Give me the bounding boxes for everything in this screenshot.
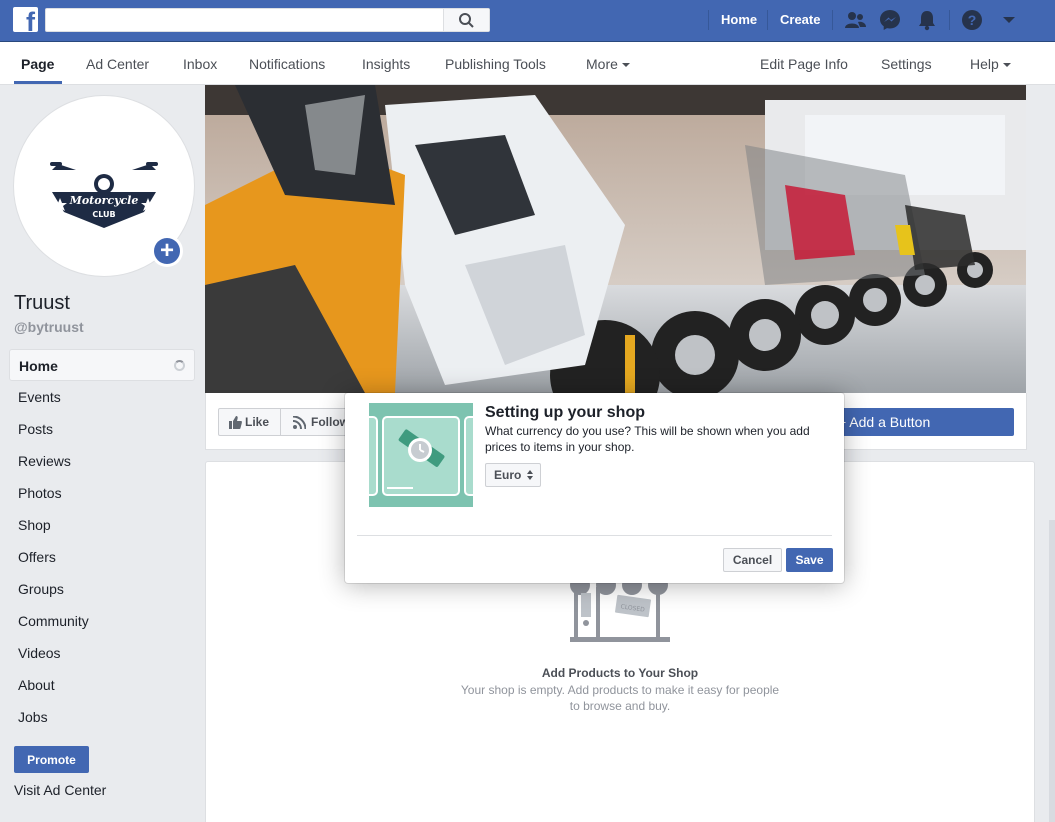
logo-text-top: Motorcycle bbox=[69, 194, 139, 207]
search-input[interactable] bbox=[46, 9, 446, 31]
page-tabs-bar: Page Ad Center Inbox Notifications Insig… bbox=[0, 42, 1055, 85]
like-button-label: Like bbox=[245, 415, 270, 429]
dialog-divider bbox=[357, 535, 832, 536]
page-scrollbar[interactable] bbox=[1049, 520, 1055, 822]
tab-page[interactable]: Page bbox=[21, 56, 54, 72]
page-username[interactable]: @bytruust bbox=[14, 319, 84, 335]
sidebar-item-label: Reviews bbox=[18, 453, 71, 469]
sidebar-item-label: Events bbox=[18, 389, 61, 405]
save-button[interactable]: Save bbox=[786, 548, 833, 572]
logo-text-bottom: CLUB bbox=[92, 210, 115, 219]
sidebar-item-label: Jobs bbox=[18, 709, 48, 725]
tab-edit-page-info[interactable]: Edit Page Info bbox=[760, 56, 848, 72]
sidebar-item-community[interactable]: Community bbox=[9, 605, 195, 637]
shop-empty-title: Add Products to Your Shop bbox=[541, 666, 699, 680]
visit-ad-center-link[interactable]: Visit Ad Center bbox=[14, 782, 106, 798]
divider bbox=[708, 10, 709, 30]
update-profile-picture-button[interactable]: + bbox=[151, 235, 183, 267]
sidebar-item-label: About bbox=[18, 677, 55, 693]
sidebar-item-label: Shop bbox=[18, 517, 51, 533]
sidebar-item-about[interactable]: About bbox=[9, 669, 195, 701]
account-menu-chevron-icon[interactable] bbox=[997, 8, 1021, 32]
tab-help-label: Help bbox=[970, 56, 999, 72]
sidebar-item-label: Videos bbox=[18, 645, 61, 661]
motorcycle-showroom-image bbox=[205, 85, 1026, 393]
shop-setup-dialog: Setting up your shop What currency do yo… bbox=[345, 393, 844, 583]
sidebar-item-label: Photos bbox=[18, 485, 62, 501]
currency-selected-value: Euro bbox=[494, 468, 522, 482]
cancel-button[interactable]: Cancel bbox=[723, 548, 782, 572]
facebook-logo-icon[interactable]: f bbox=[13, 7, 38, 32]
sidebar-item-photos[interactable]: Photos bbox=[9, 477, 195, 509]
sidebar-item-jobs[interactable]: Jobs bbox=[9, 701, 195, 733]
top-navigation-bar: f Home Create ? bbox=[0, 0, 1055, 42]
tab-more[interactable]: More bbox=[586, 56, 630, 72]
sidebar-item-offers[interactable]: Offers bbox=[9, 541, 195, 573]
sidebar-item-reviews[interactable]: Reviews bbox=[9, 445, 195, 477]
cover-photo[interactable] bbox=[205, 85, 1026, 393]
sidebar-item-label: Posts bbox=[18, 421, 54, 437]
divider bbox=[832, 10, 833, 30]
sidebar-item-videos[interactable]: Videos bbox=[9, 637, 195, 669]
search-button[interactable] bbox=[443, 9, 489, 31]
currency-illustration bbox=[369, 403, 473, 507]
friend-requests-icon[interactable] bbox=[843, 8, 867, 32]
tab-publishing-tools[interactable]: Publishing Tools bbox=[445, 56, 546, 72]
sidebar-item-label: Groups bbox=[18, 581, 64, 597]
page-title[interactable]: Truust bbox=[14, 292, 70, 315]
tab-settings[interactable]: Settings bbox=[881, 56, 932, 72]
sidebar-item-groups[interactable]: Groups bbox=[9, 573, 195, 605]
divider bbox=[767, 10, 768, 30]
follow-button[interactable]: Follow bbox=[280, 408, 350, 436]
rss-follow-icon bbox=[293, 416, 306, 429]
messenger-icon[interactable] bbox=[878, 8, 902, 32]
search-box bbox=[45, 8, 490, 32]
tab-inbox[interactable]: Inbox bbox=[183, 56, 217, 72]
dialog-title: Setting up your shop bbox=[485, 404, 645, 421]
home-link[interactable]: Home bbox=[721, 12, 757, 27]
sidebar-item-label: Offers bbox=[18, 549, 56, 565]
page-sidebar-nav: Home Events Posts Reviews Photos Shop Of… bbox=[9, 349, 195, 733]
help-question-icon[interactable]: ? bbox=[960, 8, 984, 32]
plus-icon: + bbox=[154, 238, 180, 264]
tab-ad-center[interactable]: Ad Center bbox=[86, 56, 149, 72]
caret-down-icon bbox=[1002, 63, 1011, 68]
tab-more-label: More bbox=[586, 56, 618, 72]
promote-button[interactable]: Promote bbox=[14, 746, 89, 773]
select-updown-icon bbox=[527, 470, 533, 480]
like-button[interactable]: Like bbox=[218, 408, 281, 436]
follow-button-label: Follow bbox=[311, 415, 349, 429]
dialog-description: What currency do you use? This will be s… bbox=[485, 424, 810, 454]
tab-insights[interactable]: Insights bbox=[362, 56, 410, 72]
divider bbox=[949, 10, 950, 30]
thumbs-up-icon bbox=[229, 416, 242, 429]
sidebar-item-home[interactable]: Home bbox=[9, 349, 195, 381]
add-a-button[interactable]: + Add a Button bbox=[826, 408, 1014, 436]
sidebar-item-shop[interactable]: Shop bbox=[9, 509, 195, 541]
closed-shop-illustration: CLOSED bbox=[570, 575, 670, 642]
svg-text:?: ? bbox=[968, 12, 977, 28]
tab-help[interactable]: Help bbox=[970, 56, 1011, 72]
search-icon bbox=[459, 13, 474, 28]
notifications-bell-icon[interactable] bbox=[915, 8, 939, 32]
active-tab-indicator bbox=[14, 81, 62, 84]
sidebar-item-events[interactable]: Events bbox=[9, 381, 195, 413]
create-link[interactable]: Create bbox=[780, 12, 820, 27]
sidebar-item-posts[interactable]: Posts bbox=[9, 413, 195, 445]
loading-spinner-icon bbox=[174, 360, 185, 371]
sidebar-item-label: Community bbox=[18, 613, 89, 629]
tab-notifications[interactable]: Notifications bbox=[249, 56, 325, 72]
shop-empty-description: Your shop is empty. Add products to make… bbox=[460, 683, 780, 713]
price-tag-illustration bbox=[369, 403, 473, 507]
sidebar-item-label: Home bbox=[19, 358, 58, 374]
currency-select[interactable]: Euro bbox=[485, 463, 541, 487]
caret-down-icon bbox=[621, 63, 630, 68]
